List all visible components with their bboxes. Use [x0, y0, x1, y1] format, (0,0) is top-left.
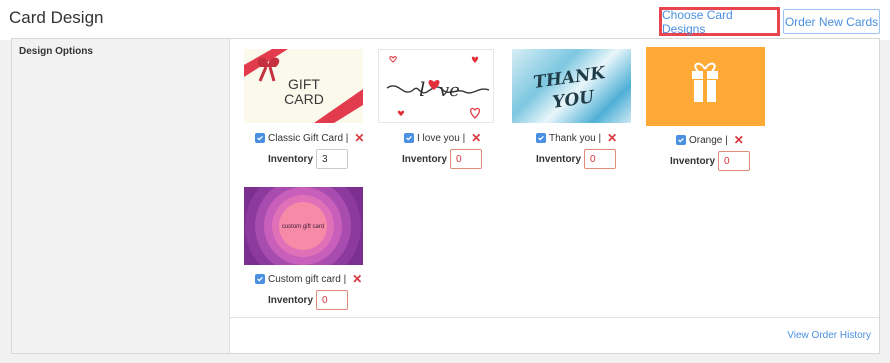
checkbox-thank-you[interactable]: [536, 133, 546, 143]
card-image-thank-you[interactable]: THANK YOU: [512, 49, 631, 123]
design-options-label: Design Options: [19, 46, 93, 57]
choose-card-designs-button[interactable]: Choose Card Designs: [659, 7, 780, 36]
checkbox-custom[interactable]: [255, 274, 265, 284]
svg-text:custom gift card: custom gift card: [282, 224, 324, 230]
gift-icon: [694, 62, 716, 72]
inventory-row: Inventory: [670, 151, 751, 171]
card-select-row: Thank you | ✕: [536, 131, 617, 145]
svg-text:CARD: CARD: [284, 91, 324, 107]
inventory-row: Inventory: [268, 290, 349, 310]
page-header: Card Design Choose Card Designs Order Ne…: [0, 0, 890, 40]
svg-text:THANK: THANK: [532, 63, 608, 93]
inventory-input-orange[interactable]: [718, 151, 751, 171]
card-image-love[interactable]: l ve: [378, 49, 494, 123]
card-name-thank-you: Thank you |: [549, 132, 602, 144]
card-name-love: I love you |: [417, 132, 466, 144]
design-panel: Design Options GIFT CARD Classic Gift Ca…: [11, 38, 880, 354]
card-select-row: Custom gift card | ✕: [255, 272, 362, 286]
svg-text:l: l: [419, 77, 425, 101]
divider: [230, 317, 879, 318]
inventory-input-custom[interactable]: [316, 290, 349, 310]
svg-text:ve: ve: [439, 80, 460, 101]
card-select-row: Orange | ✕: [676, 133, 744, 147]
card-name-custom: Custom gift card |: [268, 273, 347, 285]
card-select-row: Classic Gift Card | ✕: [255, 131, 364, 145]
inventory-label: Inventory: [536, 153, 582, 165]
order-new-cards-button[interactable]: Order New Cards: [783, 9, 880, 34]
inventory-input-love[interactable]: [450, 149, 483, 169]
remove-orange-icon[interactable]: ✕: [734, 133, 744, 147]
checkbox-classic[interactable]: [255, 133, 265, 143]
checkbox-love[interactable]: [404, 133, 414, 143]
inventory-row: Inventory: [268, 149, 349, 169]
svg-text:GIFT: GIFT: [288, 76, 320, 92]
remove-thank-you-icon[interactable]: ✕: [607, 131, 617, 145]
inventory-row: Inventory: [536, 149, 617, 169]
inventory-input-classic[interactable]: [316, 149, 349, 169]
sidebar: Design Options: [12, 39, 230, 353]
svg-text:YOU: YOU: [551, 87, 596, 113]
card-name-orange: Orange |: [689, 134, 728, 146]
card-image-custom[interactable]: custom gift card: [244, 187, 363, 265]
remove-classic-icon[interactable]: ✕: [354, 131, 364, 145]
card-grid: GIFT CARD Classic Gift Card | ✕ Inventor…: [230, 39, 879, 353]
inventory-label: Inventory: [268, 153, 314, 165]
remove-custom-icon[interactable]: ✕: [352, 272, 362, 286]
card-select-row: I love you | ✕: [404, 131, 481, 145]
remove-love-icon[interactable]: ✕: [471, 131, 481, 145]
inventory-label: Inventory: [268, 294, 314, 306]
card-image-orange[interactable]: [646, 47, 765, 126]
card-image-classic[interactable]: GIFT CARD: [244, 49, 363, 123]
inventory-label: Inventory: [402, 153, 448, 165]
inventory-row: Inventory: [402, 149, 483, 169]
checkbox-orange[interactable]: [676, 135, 686, 145]
inventory-input-thank-you[interactable]: [584, 149, 617, 169]
view-order-history-link[interactable]: View Order History: [787, 330, 871, 341]
page-title: Card Design: [9, 8, 104, 27]
card-name-classic: Classic Gift Card |: [268, 132, 349, 144]
inventory-label: Inventory: [670, 155, 716, 167]
